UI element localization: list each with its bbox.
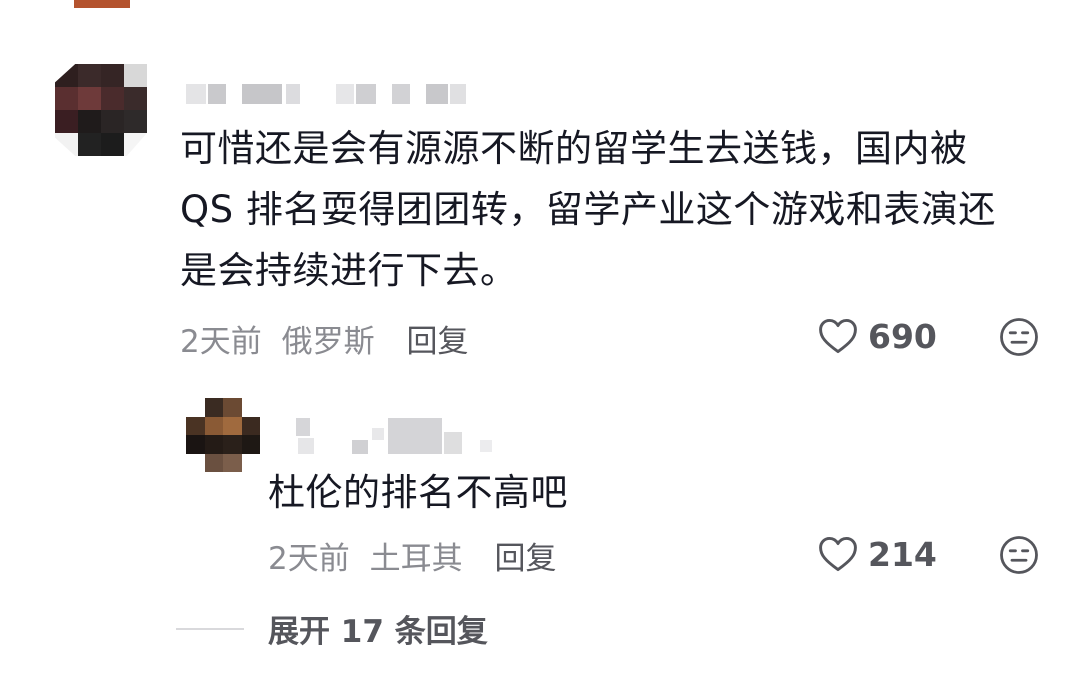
- comment-text-line: QS 排名耍得团团转，留学产业这个游戏和表演还: [180, 188, 996, 231]
- username-redacted[interactable]: [186, 84, 476, 104]
- heart-outline-icon: [819, 318, 857, 354]
- react-button[interactable]: [998, 534, 1040, 580]
- react-button[interactable]: [998, 316, 1040, 362]
- reply-meta: 2天前 土耳其 回复: [268, 533, 556, 578]
- reply-time: 2天前: [268, 541, 350, 577]
- username-redacted[interactable]: [296, 418, 506, 456]
- comment-time: 2天前: [180, 324, 262, 360]
- expand-replies-label: 展开 17 条回复: [268, 614, 488, 650]
- reply-location: 土耳其: [369, 541, 463, 577]
- expand-replies-button[interactable]: 展开 17 条回复: [176, 606, 488, 651]
- like-count: 214: [868, 534, 937, 574]
- neutral-face-icon: [1000, 536, 1038, 574]
- like-button[interactable]: 214: [816, 532, 937, 576]
- like-count: 690: [868, 316, 937, 356]
- avatar[interactable]: [55, 64, 147, 156]
- comment-text-line: 可惜还是会有源源不断的留学生去送钱，国内被: [180, 127, 968, 170]
- avatar[interactable]: [186, 398, 260, 472]
- reply-button[interactable]: 回复: [406, 324, 468, 360]
- comment-text: 可惜还是会有源源不断的留学生去送钱，国内被 QS 排名耍得团团转，留学产业这个游…: [180, 118, 1030, 301]
- comment-text-line: 是会持续进行下去。: [180, 249, 518, 292]
- reply-text: 杜伦的排名不高吧: [268, 471, 568, 514]
- neutral-face-icon: [1000, 318, 1038, 356]
- comment-location: 俄罗斯: [281, 324, 375, 360]
- previous-comment-remnant: [74, 0, 130, 8]
- reply-button[interactable]: 回复: [494, 541, 556, 577]
- comment-meta: 2天前 俄罗斯 回复: [180, 316, 468, 361]
- like-button[interactable]: 690: [816, 314, 937, 358]
- divider: [176, 627, 244, 630]
- heart-outline-icon: [819, 536, 857, 572]
